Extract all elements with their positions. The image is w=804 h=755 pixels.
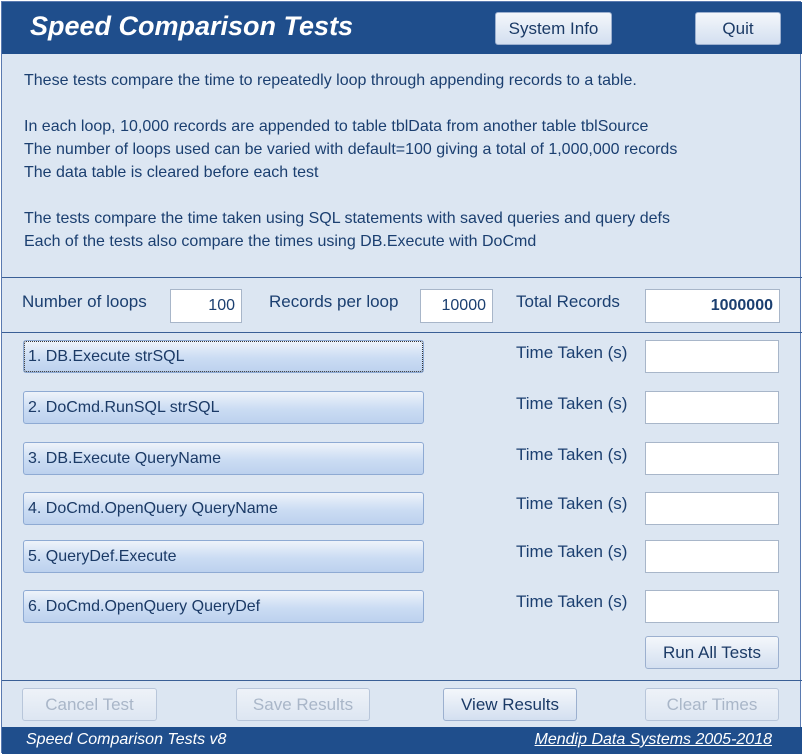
time-taken-field[interactable] bbox=[645, 340, 779, 373]
app-title: Speed Comparison Tests bbox=[30, 11, 354, 41]
loops-input[interactable]: 100 bbox=[170, 289, 242, 323]
company-link[interactable]: Mendip Data Systems 2005-2018 bbox=[535, 731, 772, 749]
speed-tests-form: Speed Comparison Tests System Info Quit … bbox=[1, 1, 802, 754]
intro-line: Each of the tests also compare the times… bbox=[24, 233, 537, 250]
time-taken-field[interactable] bbox=[645, 492, 779, 525]
divider bbox=[2, 332, 802, 333]
test-3-button[interactable]: 3. DB.Execute QueryName bbox=[23, 442, 424, 475]
clear-times-button[interactable]: Clear Times bbox=[645, 688, 779, 721]
version-label: Speed Comparison Tests v8 bbox=[26, 731, 227, 748]
time-taken-label: Time Taken (s) bbox=[516, 592, 628, 611]
intro-line: The data table is cleared before each te… bbox=[24, 164, 319, 181]
time-taken-label: Time Taken (s) bbox=[516, 343, 628, 362]
run-all-tests-button[interactable]: Run All Tests bbox=[645, 636, 779, 669]
test-5-button[interactable]: 5. QueryDef.Execute bbox=[23, 540, 424, 573]
time-taken-label: Time Taken (s) bbox=[516, 494, 628, 513]
time-taken-label: Time Taken (s) bbox=[516, 394, 628, 413]
test-1-button[interactable]: 1. DB.Execute strSQL bbox=[23, 340, 424, 373]
records-per-loop-label: Records per loop bbox=[269, 292, 399, 311]
test-4-button[interactable]: 4. DoCmd.OpenQuery QueryName bbox=[23, 492, 424, 525]
time-taken-field[interactable] bbox=[645, 391, 779, 424]
intro-line: In each loop, 10,000 records are appende… bbox=[24, 118, 649, 135]
title-bar: Speed Comparison Tests System Info Quit bbox=[2, 2, 802, 54]
cancel-test-button[interactable]: Cancel Test bbox=[22, 688, 157, 721]
save-results-button[interactable]: Save Results bbox=[236, 688, 370, 721]
system-info-button[interactable]: System Info bbox=[495, 12, 612, 45]
total-records-label: Total Records bbox=[516, 292, 620, 311]
intro-line: The number of loops used can be varied w… bbox=[24, 141, 678, 158]
test-2-button[interactable]: 2. DoCmd.RunSQL strSQL bbox=[23, 391, 424, 424]
test-6-button[interactable]: 6. DoCmd.OpenQuery QueryDef bbox=[23, 590, 424, 623]
loops-label: Number of loops bbox=[22, 292, 147, 311]
intro-line: These tests compare the time to repeated… bbox=[24, 72, 637, 89]
footer-bar: Speed Comparison Tests v8 Mendip Data Sy… bbox=[2, 727, 802, 754]
quit-button[interactable]: Quit bbox=[695, 12, 781, 45]
time-taken-label: Time Taken (s) bbox=[516, 542, 628, 561]
time-taken-field[interactable] bbox=[645, 442, 779, 475]
total-records-value: 1000000 bbox=[645, 289, 780, 323]
time-taken-field[interactable] bbox=[645, 540, 779, 573]
time-taken-field[interactable] bbox=[645, 590, 779, 623]
time-taken-label: Time Taken (s) bbox=[516, 445, 628, 464]
records-per-loop-input[interactable]: 10000 bbox=[420, 289, 493, 323]
intro-line: The tests compare the time taken using S… bbox=[24, 210, 670, 227]
divider bbox=[2, 680, 802, 681]
view-results-button[interactable]: View Results bbox=[443, 688, 577, 721]
divider bbox=[2, 277, 802, 278]
